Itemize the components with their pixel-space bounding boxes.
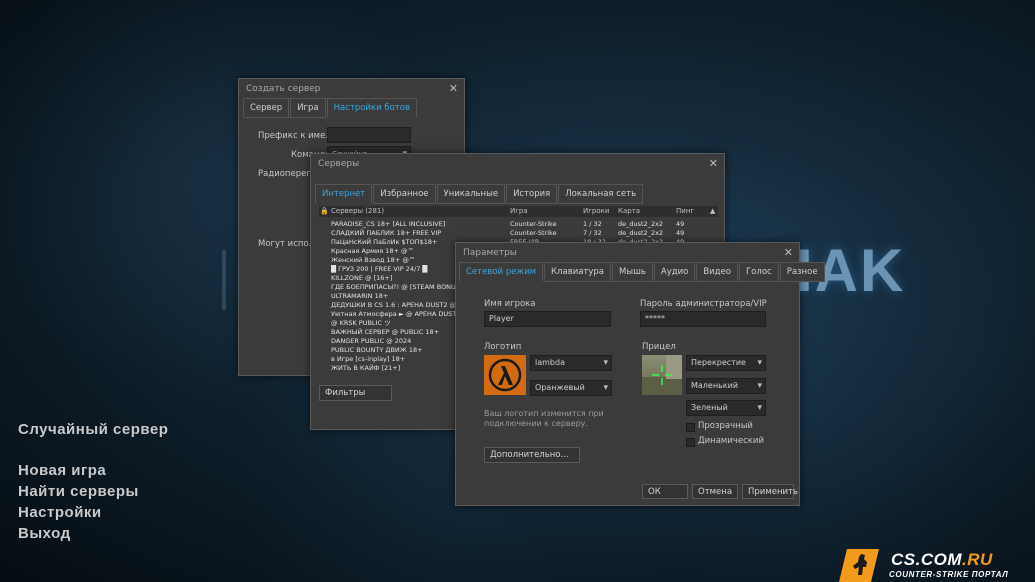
- server-cell-players: 7 / 32: [583, 229, 602, 237]
- server-row[interactable]: PARADISE_CS 18+ [ALL INCLUSIVE] Counter-S…: [319, 220, 711, 229]
- tab-internet[interactable]: Интернет: [315, 184, 373, 204]
- menu-find-servers[interactable]: Найти серверы: [18, 483, 139, 500]
- brand-site-main: CS.COM: [891, 550, 962, 569]
- options-window: Параметры ✕ Сетевой режим Клавиатура Мыш…: [455, 242, 825, 506]
- apply-button[interactable]: Применить: [742, 484, 798, 499]
- options-tabs: Сетевой режим Клавиатура Мышь Аудио Виде…: [459, 262, 826, 282]
- prefix-input[interactable]: [327, 127, 411, 143]
- server-cell-name: СЛАДКИЙ ПАБЛИК 18+ FREE VIP: [331, 229, 442, 237]
- server-cell-map: de_dust2_2x2: [618, 229, 664, 237]
- server-cell-game: Counter-Strike: [510, 220, 557, 228]
- admin-password-label: Пароль администратора/VIP: [640, 299, 767, 309]
- tab-unique[interactable]: Уникальные: [436, 184, 506, 204]
- sort-arrow-icon[interactable]: ▲: [710, 207, 715, 215]
- tab-mouse[interactable]: Мышь: [612, 262, 653, 282]
- tab-network[interactable]: Сетевой режим: [459, 262, 544, 282]
- server-row[interactable]: СЛАДКИЙ ПАБЛИК 18+ FREE VIP Counter-Strik…: [319, 229, 711, 238]
- dynamic-checkbox[interactable]: [686, 438, 695, 447]
- cancel-button[interactable]: Отмена: [692, 484, 738, 499]
- tab-keyboard[interactable]: Клавиатура: [544, 262, 612, 282]
- crosshair-preview: [642, 355, 682, 395]
- server-cell-name: PARADISE_CS 18+ [ALL INCLUSIVE]: [331, 220, 446, 228]
- tab-bot-settings[interactable]: Настройки ботов: [326, 98, 417, 118]
- menu-random-server[interactable]: Случайный сервер: [18, 421, 168, 438]
- ok-button[interactable]: ОК: [642, 484, 688, 499]
- tab-video[interactable]: Видео: [696, 262, 738, 282]
- brand-soldier-icon: [839, 549, 879, 582]
- tab-audio[interactable]: Аудио: [653, 262, 696, 282]
- column-game[interactable]: Игра: [510, 207, 528, 215]
- crosshair-label: Прицел: [642, 342, 676, 352]
- advanced-button[interactable]: Дополнительно...: [484, 447, 580, 463]
- crosshair-color-select[interactable]: Зеленый: [686, 400, 766, 416]
- brand-subtitle: COUNTER-STRIKE ПОРТАЛ: [889, 570, 1009, 579]
- tab-voice[interactable]: Голос: [739, 262, 779, 282]
- cs-com-ru-brand: CS.COM.RU COUNTER-STRIKE ПОРТАЛ: [839, 549, 1035, 582]
- brand-site: CS.COM.RU: [891, 550, 993, 570]
- menu-exit[interactable]: Выход: [18, 525, 71, 542]
- window-title: Параметры: [463, 248, 517, 258]
- logo-select[interactable]: lambda: [530, 355, 612, 371]
- create-server-tabs: Сервер Игра Настройки ботов: [243, 98, 418, 118]
- transparent-checkbox[interactable]: [686, 423, 695, 432]
- window-title: Серверы: [318, 159, 360, 169]
- server-cell-players: 1 / 32: [583, 220, 602, 228]
- player-name-label: Имя игрока: [484, 299, 536, 309]
- menu-new-game[interactable]: Новая игра: [18, 462, 106, 479]
- tab-game[interactable]: Игра: [290, 98, 326, 118]
- player-name-input[interactable]: Player: [484, 311, 611, 327]
- crosshair-type-select[interactable]: Перекрестие: [686, 355, 766, 371]
- admin-password-input[interactable]: *****: [640, 311, 766, 327]
- column-players[interactable]: Игроки: [583, 207, 609, 215]
- server-list-header: 🔒 Серверы (281) Игра Игроки Карта Пинг ▲: [319, 206, 718, 217]
- column-servers[interactable]: Серверы (281): [331, 207, 384, 215]
- tab-misc[interactable]: Разное: [779, 262, 825, 282]
- close-icon[interactable]: ✕: [709, 157, 718, 170]
- close-icon[interactable]: ✕: [449, 82, 458, 95]
- server-cell-map: de_dust2_2x2: [618, 220, 664, 228]
- column-ping[interactable]: Пинг: [676, 207, 694, 215]
- tab-favorites[interactable]: Избранное: [373, 184, 436, 204]
- crosshair-icon: [642, 355, 682, 395]
- filters-button[interactable]: Фильтры: [319, 385, 392, 401]
- server-cell-game: Counter-Strike: [510, 229, 557, 237]
- logo-label: Логотип: [484, 342, 522, 352]
- logo-note: Ваш логотип изменится при подключении к …: [484, 409, 604, 428]
- transparent-label: Прозрачный: [698, 421, 753, 431]
- logo-color-select[interactable]: Оранжевый: [530, 380, 612, 396]
- close-icon[interactable]: ✕: [784, 246, 793, 259]
- lambda-logo-preview: [484, 355, 526, 395]
- tab-server[interactable]: Сервер: [243, 98, 290, 118]
- lock-icon: 🔒: [320, 207, 329, 215]
- tab-lan[interactable]: Локальная сеть: [558, 184, 644, 204]
- server-cell-ping: 49: [676, 220, 685, 228]
- crosshair-size-select[interactable]: Маленький: [686, 378, 766, 394]
- column-map[interactable]: Карта: [618, 207, 640, 215]
- server-cell-ping: 49: [676, 229, 685, 237]
- prefix-label: Префикс к име...: [258, 131, 334, 141]
- brand-site-tld: .RU: [962, 550, 993, 569]
- lambda-icon: [488, 358, 522, 392]
- dynamic-label: Динамический: [698, 436, 764, 446]
- tab-history[interactable]: История: [506, 184, 558, 204]
- servers-tabs: Интернет Избранное Уникальные История Ло…: [315, 184, 644, 204]
- menu-settings[interactable]: Настройки: [18, 504, 102, 521]
- window-title: Создать сервер: [246, 84, 321, 94]
